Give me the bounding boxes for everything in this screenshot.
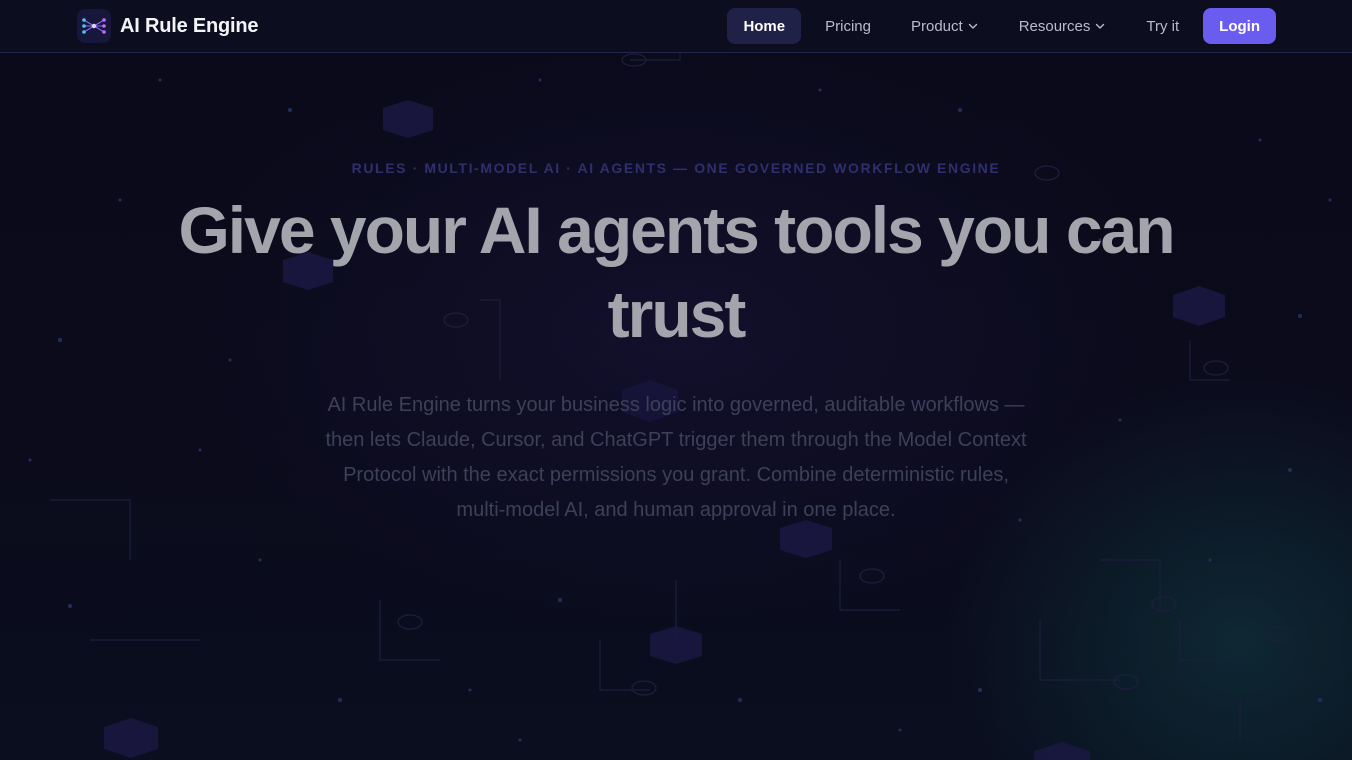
nav-item-pricing[interactable]: Pricing <box>809 8 887 44</box>
main-nav: Home Pricing Product Resources Try it Lo… <box>727 8 1276 44</box>
brand-home-link[interactable]: AI Rule Engine <box>77 9 259 43</box>
chevron-down-icon <box>1094 20 1106 32</box>
page: AI Rule Engine Home Pricing Product Reso… <box>0 0 1352 760</box>
hero-eyebrow: RULES · MULTI-MODEL AI · AI AGENTS — ONE… <box>351 160 1001 176</box>
login-button[interactable]: Login <box>1203 8 1276 44</box>
nav-item-try-it[interactable]: Try it <box>1130 8 1195 44</box>
nav-item-label: Product <box>910 17 963 35</box>
nav-item-resources[interactable]: Resources <box>1003 8 1123 44</box>
brand-name: AI Rule Engine <box>120 14 259 37</box>
nav-item-label: Try it <box>1146 17 1180 35</box>
nav-item-product[interactable]: Product <box>895 8 995 44</box>
nav-item-label: Resources <box>1018 17 1091 35</box>
hero-subtext: AI Rule Engine turns your business logic… <box>325 394 1027 521</box>
hero-headline: Give your AI agents tools you can trust <box>126 188 1226 356</box>
nav-item-home[interactable]: Home <box>727 8 802 44</box>
circuit-background <box>28 20 1332 760</box>
nav-item-label: Pricing <box>825 17 871 35</box>
neural-network-logo-icon <box>77 9 111 43</box>
top-navbar: AI Rule Engine Home Pricing Product Reso… <box>0 0 1352 53</box>
hero-headline-line-1: Give your AI agents tools you can <box>178 193 1175 267</box>
chevron-down-icon <box>967 20 979 32</box>
hero-headline-line-2: trust <box>607 277 747 351</box>
nav-item-label: Home <box>743 17 786 35</box>
